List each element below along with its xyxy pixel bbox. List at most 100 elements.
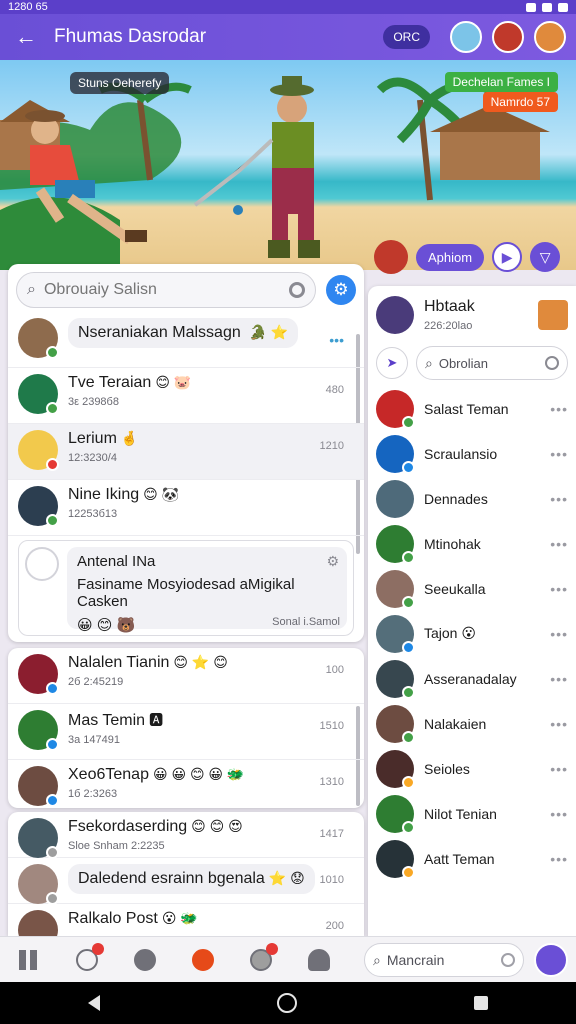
settings-gear-icon[interactable]: ⚙ bbox=[326, 275, 356, 305]
search-box[interactable]: ⌕ bbox=[16, 272, 316, 308]
contacts-owner-avatar[interactable] bbox=[376, 296, 414, 334]
card-gear-icon[interactable]: ⚙ bbox=[326, 553, 339, 570]
chat-avatar bbox=[18, 910, 58, 936]
chat3-row-0[interactable]: Fsekordaserding 😊 😊 😍 Sloe Snham 2:2235 1… bbox=[8, 812, 364, 859]
profile-icon[interactable] bbox=[290, 948, 348, 971]
more-icon[interactable]: ••• bbox=[550, 401, 568, 417]
more-icon[interactable]: ••• bbox=[550, 536, 568, 552]
chat-name: Mas Temin bbox=[68, 712, 146, 729]
chat3-row-1[interactable]: Daledend esrainn bgenala ⭐ 😟 1010 bbox=[8, 858, 364, 905]
system-navigation-bar bbox=[0, 982, 576, 1024]
contact-avatar bbox=[376, 389, 415, 429]
chat-subtitle: 2б 2:45219 bbox=[68, 676, 124, 688]
contact-row[interactable]: Aatt Teman ••• bbox=[368, 836, 576, 881]
more-icon[interactable]: ••• bbox=[550, 446, 568, 462]
contact-emoji: 😮 bbox=[461, 625, 476, 641]
navigate-icon[interactable]: ➤ bbox=[376, 347, 408, 379]
chat-body: Xeo6Tenap 😀 😀 😊 😀 🐲 1б 2:3263 bbox=[68, 766, 354, 800]
more-icon[interactable]: ••• bbox=[550, 671, 568, 687]
bottom-search-box[interactable]: ⌕ Mancrain bbox=[364, 943, 524, 977]
chat-body: Fsekordaserding 😊 😊 😍 Sloe Snham 2:2235 bbox=[68, 818, 354, 852]
search-input[interactable] bbox=[43, 281, 289, 299]
scene-action-row: Aphiom ▶ ▽ bbox=[374, 240, 561, 274]
search-icon: ⌕ bbox=[27, 281, 36, 298]
contact-row[interactable]: Asseranadalay ••• bbox=[368, 656, 576, 701]
contact-row[interactable]: Seeukalla ••• bbox=[368, 566, 576, 611]
action-pill-button[interactable]: Aphiom bbox=[416, 243, 485, 271]
chat-name: Xeo6Tenap bbox=[68, 766, 149, 783]
character-icon[interactable] bbox=[538, 300, 568, 330]
contact-row[interactable]: Dennades ••• bbox=[368, 476, 576, 521]
player-avatar[interactable] bbox=[374, 240, 408, 274]
online-dot bbox=[46, 794, 59, 807]
chat-name: Daledend esrainn bgenala bbox=[78, 870, 265, 887]
chat-subtitle: 3a 147491 bbox=[68, 734, 120, 746]
chat3-row-2[interactable]: Ralkalo Post 😮 🐲 200 bbox=[8, 904, 364, 936]
contact-row[interactable]: Nalakaien ••• bbox=[368, 701, 576, 746]
battery-icon bbox=[558, 2, 568, 12]
chat-time: 1010 bbox=[319, 874, 344, 886]
card-signature: Sonal i.Samol bbox=[272, 616, 340, 628]
more-icon[interactable]: ••• bbox=[550, 806, 568, 822]
header-avatar-2[interactable] bbox=[492, 21, 524, 53]
more-icon[interactable]: ••• bbox=[550, 761, 568, 777]
contact-row[interactable]: Tajon 😮 ••• bbox=[368, 611, 576, 656]
contacts-title-block: Hbtaak 226:20lao bbox=[424, 298, 538, 332]
chat-avatar bbox=[18, 710, 59, 751]
contact-row[interactable]: Seioles ••• bbox=[368, 746, 576, 791]
more-icon[interactable]: ••• bbox=[550, 491, 568, 507]
header-pill-button[interactable]: ORC bbox=[383, 25, 430, 49]
page-title: Fhumas Dasrodar bbox=[54, 26, 207, 47]
contact-row[interactable]: Nilot Tenian ••• bbox=[368, 791, 576, 836]
next-icon[interactable]: ▶ bbox=[492, 242, 523, 272]
status-bar: 1280 65 bbox=[0, 0, 576, 14]
chat-time: 1210 bbox=[319, 440, 344, 452]
chat2-row-1[interactable]: Mas Temin 🅰 3a 147491 1510 bbox=[8, 704, 364, 760]
scene-status-badge[interactable]: Stuns Oeherefy bbox=[70, 72, 170, 94]
chat-emoji: 🅰 bbox=[149, 712, 164, 728]
back-arrow-icon[interactable]: ← bbox=[10, 21, 42, 53]
emoji-icon[interactable] bbox=[232, 942, 290, 971]
chat-row-3[interactable]: Nine Iking 😊 🐼 12253б13 bbox=[8, 480, 364, 536]
system-home-icon[interactable] bbox=[276, 993, 297, 1013]
contact-row[interactable]: Scraulansio ••• bbox=[368, 431, 576, 476]
chat-emoji: 😀 😀 😊 😀 🐲 bbox=[152, 766, 245, 782]
system-recents-icon[interactable] bbox=[473, 996, 488, 1010]
more-icon[interactable]: ••• bbox=[550, 851, 568, 867]
online-dot bbox=[46, 682, 59, 695]
chat-name: Nseraniakan Malssagn bbox=[78, 324, 241, 341]
contact-name: Nilot Tenian bbox=[424, 805, 497, 822]
more-icon[interactable]: ••• bbox=[550, 716, 568, 732]
pause-icon[interactable] bbox=[0, 949, 58, 970]
chat-name: Fsekordaserding bbox=[68, 818, 188, 835]
user-avatar[interactable] bbox=[534, 943, 568, 977]
more-icon[interactable]: ••• bbox=[550, 581, 568, 597]
chat-list-panel-3: Fsekordaserding 😊 😊 😍 Sloe Snham 2:2235 1… bbox=[8, 812, 364, 936]
location-icon[interactable]: ▽ bbox=[530, 242, 561, 272]
record-icon[interactable] bbox=[289, 282, 305, 298]
contact-name: Seioles bbox=[424, 760, 470, 777]
app-bar: ← Fhumas Dasrodar ORC bbox=[0, 14, 576, 60]
chat2-row-2[interactable]: Xeo6Tenap 😀 😀 😊 😀 🐲 1б 2:3263 1310 bbox=[8, 760, 364, 808]
chat2-row-0[interactable]: Nalalen Tianin 😊 ⭐ 😊 2б 2:45219 100 bbox=[8, 648, 364, 704]
chat-subtitle: 3ε 2398б8 bbox=[68, 396, 119, 408]
clock-icon[interactable] bbox=[58, 942, 116, 971]
chat-name: Nalalen Tianin bbox=[68, 654, 170, 671]
chat-row-0[interactable]: Nseraniakan Malssagn 🐊 ⭐ ••• bbox=[8, 312, 364, 368]
header-avatar-3[interactable] bbox=[534, 21, 566, 53]
chat-row-1[interactable]: Tve Teraian 😊 🐷 3ε 2398б8 480 bbox=[8, 368, 364, 424]
contacts-search-box[interactable]: ⌕ Obrolian bbox=[416, 346, 568, 380]
system-back-icon[interactable] bbox=[88, 995, 101, 1011]
game-icon[interactable] bbox=[174, 948, 232, 971]
chat-emoji: 😊 🐼 bbox=[143, 486, 180, 502]
online-dot bbox=[402, 865, 415, 879]
chat-avatar bbox=[18, 654, 59, 695]
header-avatar-1[interactable] bbox=[450, 21, 482, 53]
more-icon[interactable]: ••• bbox=[550, 626, 568, 642]
contact-avatar bbox=[376, 749, 415, 789]
chat-row-2[interactable]: Lerium 🤞 12:3230/4 1210 bbox=[8, 424, 364, 480]
chat-icon[interactable] bbox=[116, 948, 174, 971]
contact-row[interactable]: Salast Teman ••• bbox=[368, 386, 576, 431]
chat-avatar bbox=[18, 818, 59, 859]
contact-row[interactable]: Mtinohak ••• bbox=[368, 521, 576, 566]
